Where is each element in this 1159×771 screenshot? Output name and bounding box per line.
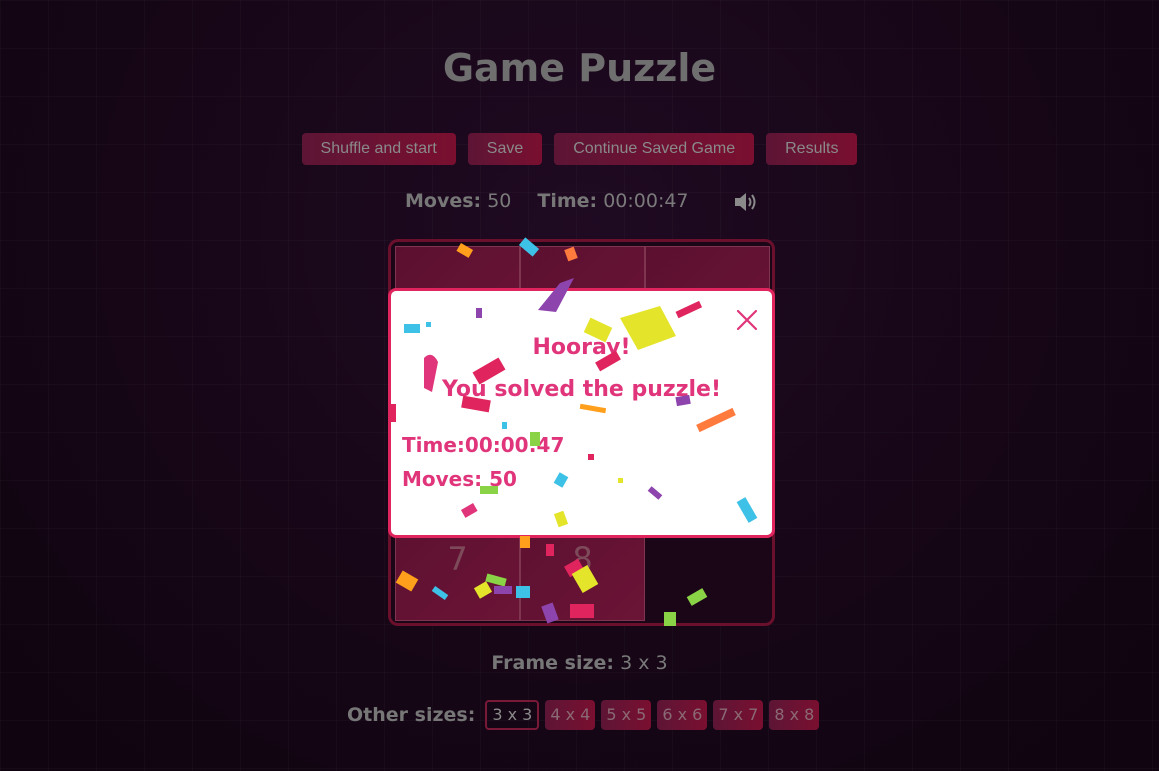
win-modal: Hooray! You solved the puzzle! Time:00:0… — [388, 288, 775, 538]
win-heading: Hooray! — [532, 335, 631, 360]
other-sizes-label: Other sizes: — [347, 704, 476, 726]
size-option-4x4[interactable]: 4 x 4 — [545, 700, 596, 730]
size-option-7x7[interactable]: 7 x 7 — [713, 700, 764, 730]
frame-size-value: 3 x 3 — [620, 652, 668, 674]
save-button[interactable]: Save — [467, 133, 543, 165]
time-value: 00:00:47 — [603, 190, 689, 212]
moves-value: 50 — [487, 190, 512, 212]
continue-saved-game-button[interactable]: Continue Saved Game — [554, 133, 755, 165]
win-message: You solved the puzzle! — [441, 377, 722, 402]
results-button[interactable]: Results — [766, 133, 858, 165]
size-option-3x3[interactable]: 3 x 3 — [485, 700, 540, 730]
size-option-5x5[interactable]: 5 x 5 — [601, 700, 652, 730]
size-option-8x8[interactable]: 8 x 8 — [769, 700, 820, 730]
toolbar: Shuffle and start Save Continue Saved Ga… — [0, 133, 1159, 165]
other-sizes: Other sizes: 3 x 3 4 x 4 5 x 5 6 x 6 7 x… — [347, 700, 820, 730]
page-title: Game Puzzle — [442, 46, 717, 90]
time-label: Time: — [537, 190, 598, 212]
win-time: Time:00:00:47 — [402, 433, 565, 457]
frame-size-label: Frame size: — [491, 652, 615, 674]
game-stats: Moves: 50 Time: 00:00:47 — [405, 190, 689, 212]
size-option-6x6[interactable]: 6 x 6 — [657, 700, 708, 730]
moves-label: Moves: — [405, 190, 482, 212]
frame-size: Frame size: 3 x 3 — [0, 652, 1159, 674]
win-moves: Moves: 50 — [402, 467, 517, 491]
shuffle-start-button[interactable]: Shuffle and start — [301, 133, 456, 165]
close-icon[interactable] — [736, 309, 758, 331]
speaker-on-icon[interactable] — [733, 190, 761, 214]
